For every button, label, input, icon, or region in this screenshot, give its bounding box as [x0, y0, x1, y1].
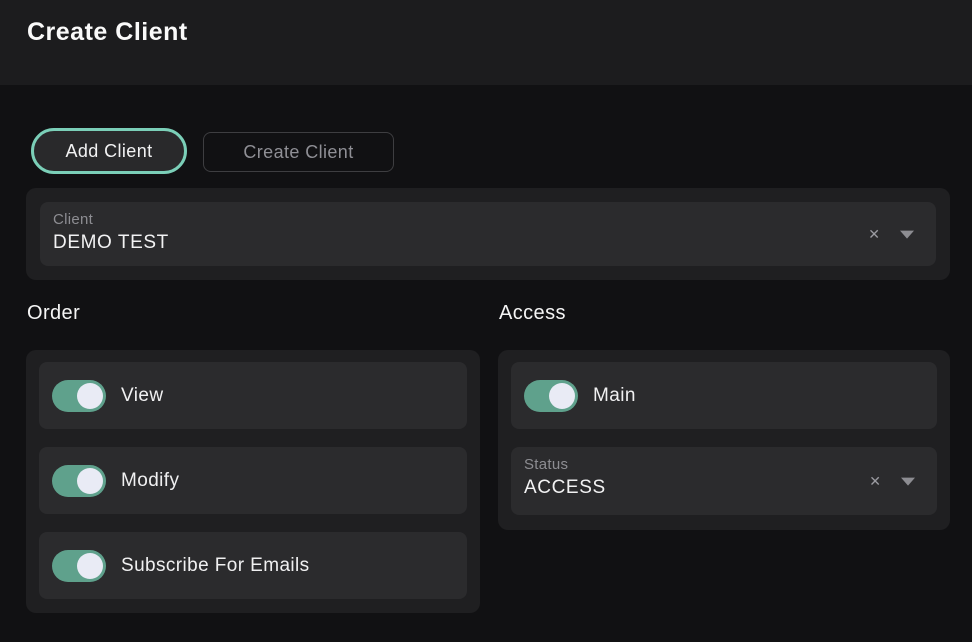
toggle-knob: [77, 383, 103, 409]
tab-create-client[interactable]: Create Client: [203, 132, 394, 172]
main-toggle-label: Main: [593, 385, 636, 407]
access-section-heading: Access: [499, 302, 566, 325]
tab-add-client-label: Add Client: [65, 141, 152, 162]
status-select-label: Status: [524, 456, 568, 473]
client-select-label: Client: [53, 211, 93, 228]
tab-add-client[interactable]: Add Client: [31, 128, 187, 174]
access-card: Main Status ACCESS ✕: [498, 350, 950, 530]
caret-down-icon[interactable]: [901, 478, 915, 486]
status-select[interactable]: Status ACCESS ✕: [511, 447, 937, 515]
toggle-knob: [77, 468, 103, 494]
create-client-page: Create Client Add Client Create Client C…: [0, 0, 972, 642]
order-card: View Modify Subscribe For Emails: [26, 350, 480, 613]
header-bar: Create Client: [0, 0, 972, 85]
toggle-knob: [549, 383, 575, 409]
toggle-row-view: View: [39, 362, 467, 429]
clear-icon[interactable]: ✕: [869, 474, 881, 488]
status-select-value: ACCESS: [524, 477, 606, 499]
view-toggle-label: View: [121, 385, 163, 407]
view-toggle[interactable]: [52, 380, 106, 412]
client-select-value: DEMO TEST: [53, 232, 169, 254]
toggle-knob: [77, 553, 103, 579]
page-title: Create Client: [27, 18, 188, 47]
main-toggle[interactable]: [524, 380, 578, 412]
toggle-row-subscribe-for-emails: Subscribe For Emails: [39, 532, 467, 599]
modify-toggle[interactable]: [52, 465, 106, 497]
tab-create-client-label: Create Client: [243, 142, 353, 163]
toggle-row-main: Main: [511, 362, 937, 429]
subscribe-for-emails-toggle[interactable]: [52, 550, 106, 582]
clear-icon[interactable]: ✕: [868, 227, 880, 241]
order-section-heading: Order: [27, 302, 80, 325]
client-select-card: Client DEMO TEST ✕: [26, 188, 950, 280]
subscribe-for-emails-toggle-label: Subscribe For Emails: [121, 555, 310, 577]
client-select[interactable]: Client DEMO TEST ✕: [40, 202, 936, 266]
toggle-row-modify: Modify: [39, 447, 467, 514]
modify-toggle-label: Modify: [121, 470, 179, 492]
caret-down-icon[interactable]: [900, 231, 914, 239]
